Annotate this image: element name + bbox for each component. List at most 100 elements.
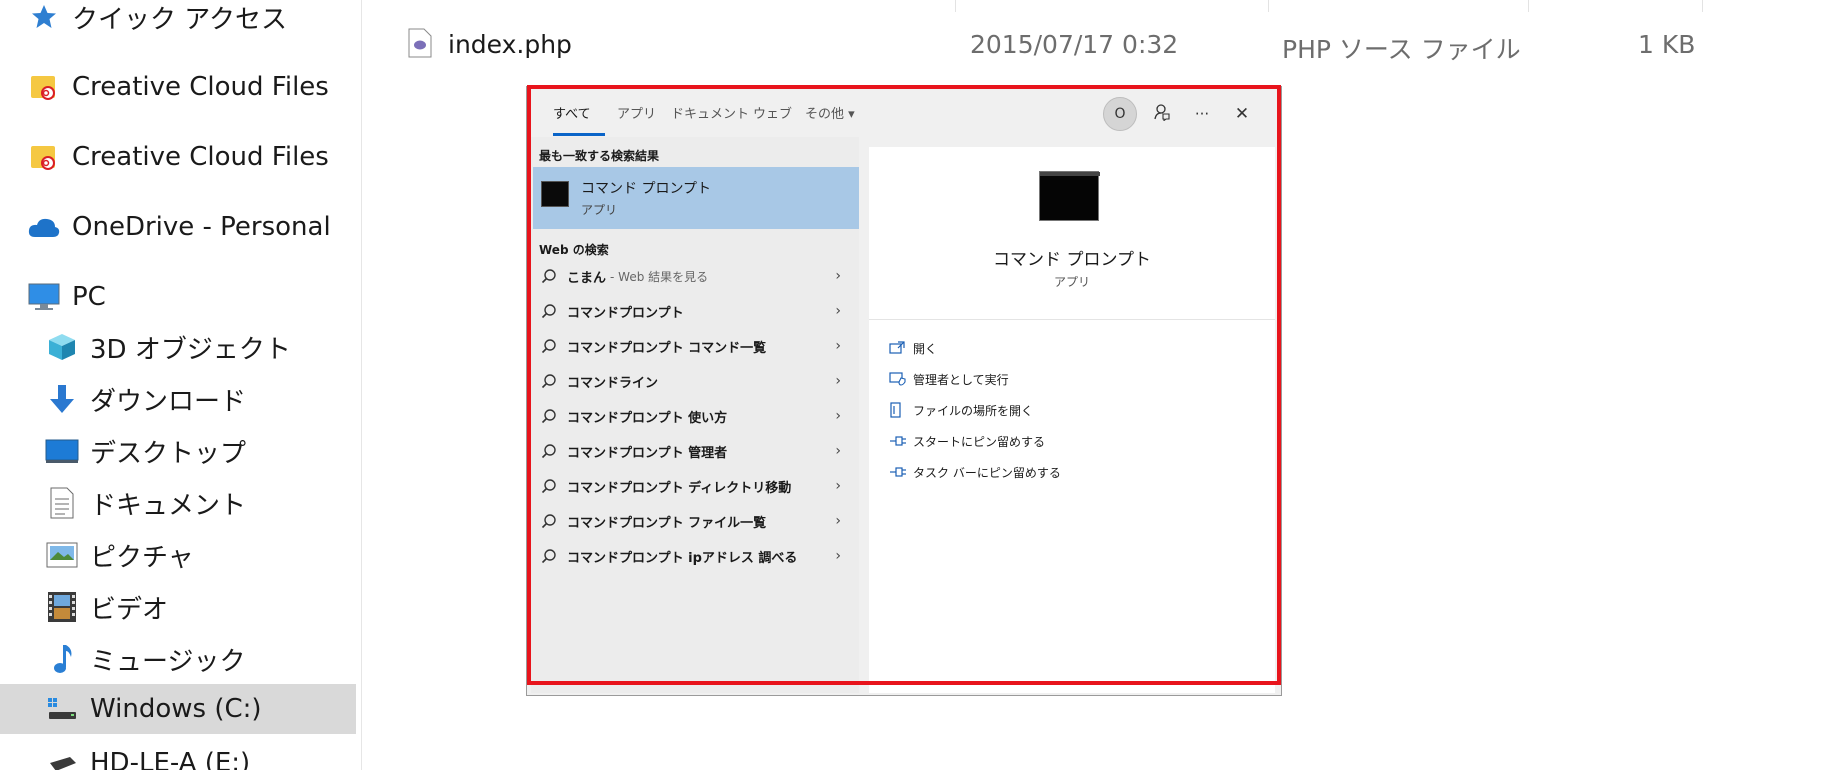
search-icon [541,513,567,529]
pin-icon [889,435,913,447]
web-result-item[interactable]: コマンドライン › [533,364,859,398]
file-type: PHP ソース ファイル [1282,35,1521,64]
search-icon [541,338,567,354]
nav-item-documents[interactable]: ドキュメント [44,478,246,528]
search-icon [541,443,567,459]
action-run-as-admin[interactable]: 管理者として実行 [889,368,1009,390]
chevron-right-icon: › [835,443,841,459]
chevron-right-icon: › [835,513,841,529]
search-flyout: すべて アプリ ドキュメント ウェブ その他 ▾ O ··· ✕ 最も一致する検… [526,86,1282,696]
nav-item-quick-access[interactable]: クイック アクセス [26,0,287,42]
results-pane: 最も一致する検索結果 コマンド プロンプト アプリ Web の検索 こまん - … [531,137,859,693]
preview-pane: コマンド プロンプト アプリ 開く 管理者として実行 ファイルの場所を開く スタ… [869,147,1275,693]
preview-subtitle: アプリ [1053,275,1090,289]
download-arrow-icon [44,381,80,417]
preview-title: コマンド プロンプト [993,250,1151,270]
web-result-item[interactable]: コマンドプロンプト 使い方 › [533,399,859,433]
chevron-right-icon: › [835,303,841,319]
nav-item-videos[interactable]: ビデオ [44,582,168,632]
nav-item-windows-c[interactable]: Windows (C:) [0,684,356,734]
document-icon [44,485,80,521]
nav-item-downloads[interactable]: ダウンロード [44,374,246,424]
web-result-item[interactable]: コマンドプロンプト コマンド一覧 › [533,329,859,363]
nav-item-creative-cloud-2[interactable]: Creative Cloud Files [26,132,329,182]
column-divider [955,0,956,12]
action-pin-to-start[interactable]: スタートにピン留めする [889,430,1045,452]
chevron-down-icon: ▾ [848,107,855,122]
tab-documents[interactable]: ドキュメント [671,103,749,122]
best-match-title: コマンド プロンプト [581,181,712,197]
column-divider [1268,0,1269,12]
web-result-item[interactable]: コマンドプロンプト ipアドレス 調べる › [533,539,859,573]
search-icon [541,373,567,389]
web-result-item[interactable]: コマンドプロンプト 管理者 › [533,434,859,468]
chevron-right-icon: › [835,548,841,564]
best-match-item[interactable]: コマンド プロンプト アプリ [533,167,859,229]
nav-item-music[interactable]: ミュージック [44,634,245,684]
divider [869,319,1275,320]
cube-icon [44,329,80,365]
web-result-item[interactable]: コマンドプロンプト › [533,294,859,328]
creative-cloud-folder-icon [26,139,62,175]
user-avatar-button[interactable]: O [1103,97,1137,131]
monitor-icon [26,279,62,315]
tab-all[interactable]: すべて [553,103,591,122]
search-icon [541,478,567,494]
action-open[interactable]: 開く [889,337,937,359]
creative-cloud-folder-icon [26,69,62,105]
nav-item-onedrive[interactable]: OneDrive - Personal [26,202,331,252]
chevron-right-icon: › [835,338,841,354]
file-name: index.php [448,30,572,59]
external-drive-icon [44,745,80,770]
feedback-button[interactable] [1145,97,1179,131]
run-as-admin-icon [889,372,913,386]
nav-item-creative-cloud-1[interactable]: Creative Cloud Files [26,62,329,112]
action-pin-to-taskbar[interactable]: タスク バーにピン留めする [889,461,1061,483]
feedback-icon [1153,103,1171,125]
search-tab-bar: すべて アプリ ドキュメント ウェブ その他 ▾ O ··· ✕ [531,91,1277,137]
chevron-right-icon: › [835,408,841,424]
nav-item-hd-le-a[interactable]: HD-LE-A (E:) [44,738,250,770]
active-tab-indicator [553,133,605,136]
action-open-file-location[interactable]: ファイルの場所を開く [889,399,1033,421]
file-modified: 2015/07/17 0:32 [970,30,1179,59]
navigation-pane: クイック アクセス Creative Cloud Files Creative … [0,0,362,770]
more-options-button[interactable]: ··· [1185,97,1219,131]
column-divider [1528,0,1529,12]
search-icon [541,268,567,284]
nav-item-pc[interactable]: PC [26,272,106,322]
tab-apps[interactable]: アプリ [617,103,656,122]
tab-more[interactable]: その他 ▾ [805,103,855,122]
best-match-subtitle: アプリ [581,203,618,217]
chevron-right-icon: › [835,268,841,284]
cloud-icon [26,209,62,245]
search-icon [541,408,567,424]
column-divider [1702,0,1703,12]
file-size: 1 KB [1638,30,1696,59]
search-icon [541,303,567,319]
web-search-heading: Web の検索 [539,243,609,257]
file-row-index-php[interactable]: index.php 2015/07/17 0:32 PHP ソース ファイル 1… [408,24,1708,70]
tab-web[interactable]: ウェブ [753,103,792,122]
command-prompt-icon [1039,171,1100,221]
open-icon [889,341,913,355]
nav-item-3d-objects[interactable]: 3D オブジェクト [44,322,291,372]
film-icon [44,589,80,625]
desktop-icon [44,433,80,469]
star-icon [26,0,62,35]
chevron-right-icon: › [835,373,841,389]
web-result-item[interactable]: こまん - Web 結果を見る › [533,259,859,293]
music-note-icon [44,641,80,677]
best-match-heading: 最も一致する検索結果 [539,149,660,163]
nav-item-pictures[interactable]: ピクチャ [44,530,194,580]
nav-item-desktop[interactable]: デスクトップ [44,426,246,476]
web-result-item[interactable]: コマンドプロンプト ファイル一覧 › [533,504,859,538]
web-result-item[interactable]: コマンドプロンプト ディレクトリ移動 › [533,469,859,503]
file-location-icon [889,402,913,418]
search-icon [541,548,567,564]
php-file-icon [408,28,432,62]
chevron-right-icon: › [835,478,841,494]
close-button[interactable]: ✕ [1225,97,1259,131]
picture-icon [44,537,80,573]
pin-icon [889,466,913,478]
